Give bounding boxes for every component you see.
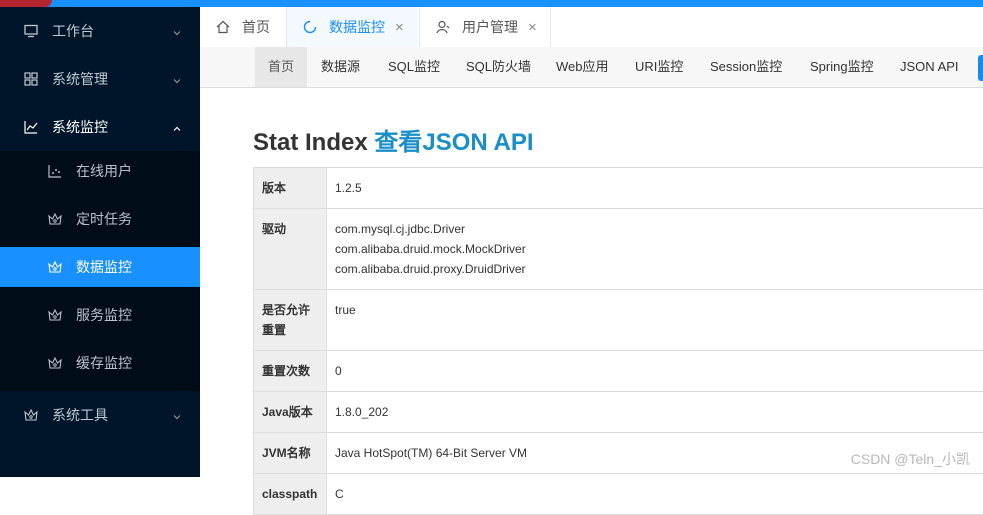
druid-nav-uri-monitor[interactable]: URI监控	[635, 47, 683, 87]
sidebar-item-label: 数据监控	[76, 257, 132, 277]
watermark: CSDN @Teln_小凯	[851, 449, 970, 469]
top-accent-bar	[0, 0, 983, 7]
sidebar-item-system-management[interactable]: 系统管理	[0, 55, 200, 103]
loading-icon	[303, 20, 317, 34]
crown-icon	[48, 308, 62, 322]
tab-label: 用户管理	[462, 17, 518, 37]
stat-key: 是否允许重置	[254, 290, 327, 351]
chart-icon	[48, 164, 62, 178]
stat-key: 驱动	[254, 209, 327, 290]
druid-nav-home[interactable]: 首页	[255, 47, 307, 87]
tab-divider	[419, 7, 420, 47]
sidebar-item-label: 系统监控	[52, 117, 108, 137]
stat-key: 版本	[254, 168, 327, 209]
stat-key: 重置次数	[254, 351, 327, 392]
sidebar-item-cache-monitor[interactable]: 缓存监控	[0, 343, 200, 383]
druid-nav-sql-monitor[interactable]: SQL监控	[388, 47, 440, 87]
user-icon	[436, 20, 450, 34]
sidebar-item-label: 在线用户	[76, 161, 132, 181]
tab-home[interactable]: 首页	[216, 7, 270, 47]
chevron-down-icon	[172, 25, 182, 41]
crown-icon	[48, 212, 62, 226]
druid-nav-spring-monitor[interactable]: Spring监控	[810, 47, 874, 87]
druid-nav-web-app[interactable]: Web应用	[556, 47, 609, 87]
table-row: 驱动 com.mysql.cj.jdbc.Driver com.alibaba.…	[254, 209, 983, 290]
chevron-down-icon	[172, 73, 182, 89]
close-icon[interactable]: ×	[528, 19, 537, 36]
line-chart-icon	[24, 120, 38, 134]
grid-icon	[24, 72, 38, 86]
sidebar-item-label: 系统管理	[52, 69, 108, 89]
tabs-bar: 首页 数据监控 × 用户管理 ×	[200, 7, 983, 48]
stat-value: com.mysql.cj.jdbc.Driver com.alibaba.dru…	[327, 209, 983, 290]
table-row: Java版本 1.8.0_202	[254, 392, 983, 433]
home-icon	[216, 20, 230, 34]
tab-user-management[interactable]: 用户管理 ×	[436, 7, 537, 47]
tab-label: 数据监控	[329, 17, 385, 37]
navbar-button[interactable]	[978, 55, 983, 81]
driver-line: com.mysql.cj.jdbc.Driver	[335, 219, 983, 239]
stat-value: 1.8.0_202	[327, 392, 983, 433]
chevron-down-icon	[172, 409, 182, 425]
driver-line: com.alibaba.druid.mock.MockDriver	[335, 239, 983, 259]
stat-value: 0	[327, 351, 983, 392]
crown-icon	[48, 260, 62, 274]
stat-key: classpath	[254, 474, 327, 515]
sidebar-item-scheduled-tasks[interactable]: 定时任务	[0, 199, 200, 239]
stat-value: 1.2.5	[327, 168, 983, 209]
tab-label: 首页	[242, 17, 270, 37]
druid-navbar: 首页 数据源 SQL监控 SQL防火墙 Web应用 URI监控 Session监…	[200, 47, 983, 88]
table-row: 版本 1.2.5	[254, 168, 983, 209]
json-api-link[interactable]: 查看JSON API	[374, 129, 533, 156]
driver-line: com.alibaba.druid.proxy.DruidDriver	[335, 259, 983, 279]
sidebar-item-data-monitor[interactable]: 数据监控	[0, 247, 200, 287]
tab-data-monitor[interactable]: 数据监控 ×	[287, 7, 418, 47]
table-row: 是否允许重置 true	[254, 290, 983, 351]
chevron-up-icon	[172, 121, 182, 137]
sidebar-item-workbench[interactable]: 工作台	[0, 7, 200, 55]
stat-value: C	[327, 474, 983, 515]
sidebar-item-online-users[interactable]: 在线用户	[0, 151, 200, 191]
close-icon[interactable]: ×	[395, 19, 404, 36]
sidebar-item-system-monitor[interactable]: 系统监控	[0, 103, 200, 151]
sidebar-item-label: 服务监控	[76, 305, 132, 325]
page-title: Stat Index 查看JSON API	[253, 122, 534, 157]
table-row: 重置次数 0	[254, 351, 983, 392]
sidebar-item-label: 工作台	[52, 21, 94, 41]
table-row: classpath C	[254, 474, 983, 515]
main-content: 首页 数据源 SQL监控 SQL防火墙 Web应用 URI监控 Session监…	[200, 47, 983, 477]
tab-divider	[550, 7, 551, 47]
druid-nav-session-monitor[interactable]: Session监控	[710, 47, 782, 87]
sidebar-item-system-tools[interactable]: 系统工具	[0, 391, 200, 439]
sidebar-item-server-monitor[interactable]: 服务监控	[0, 295, 200, 335]
stat-key: Java版本	[254, 392, 327, 433]
druid-nav-json-api[interactable]: JSON API	[900, 47, 959, 87]
logo	[0, 0, 52, 7]
stat-key: JVM名称	[254, 433, 327, 474]
sidebar: 工作台 系统管理 系统监控 在线用户 定时任务	[0, 7, 200, 477]
sidebar-item-label: 缓存监控	[76, 353, 132, 373]
stat-value: true	[327, 290, 983, 351]
crown-icon	[48, 356, 62, 370]
tools-icon	[24, 408, 38, 422]
sidebar-item-label: 定时任务	[76, 209, 132, 229]
monitor-icon	[24, 24, 38, 38]
druid-nav-datasource[interactable]: 数据源	[321, 47, 360, 87]
druid-nav-sql-firewall[interactable]: SQL防火墙	[466, 47, 531, 87]
sidebar-item-label: 系统工具	[52, 405, 108, 425]
